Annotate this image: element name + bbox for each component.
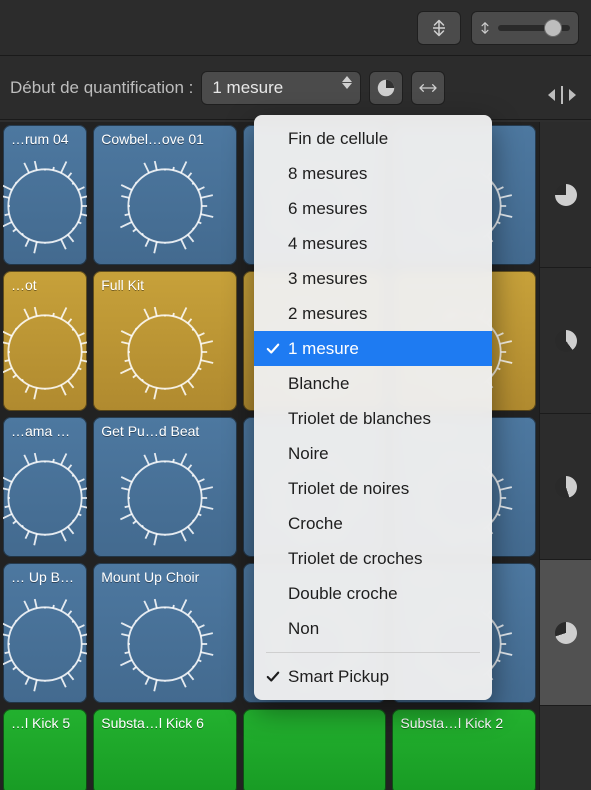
menu-item-smart-pickup[interactable]: Smart Pickup [254,659,492,694]
menu-item-label: 6 mesures [288,199,367,219]
loop-cell-title: …rum 04 [3,125,87,147]
menu-item-label: Smart Pickup [288,667,389,687]
loop-cell-title: Get Pu…d Beat [93,417,237,439]
loop-cell[interactable]: …ama Beat [3,417,87,557]
menu-item[interactable]: Fin de cellule [254,121,492,156]
grid-row: …l Kick 5 Substa…l Kick 6 Substa…l Kick 2 [0,706,539,790]
menu-item-label: Croche [288,514,343,534]
slider-track[interactable] [498,25,570,31]
menu-item[interactable]: Non [254,611,492,646]
quantize-start-popup[interactable]: 1 mesure [201,71,361,105]
pie-icon [555,476,577,498]
menu-item[interactable]: 4 mesures [254,226,492,261]
link-horizontal-icon [418,81,438,95]
menu-item[interactable]: Croche [254,506,492,541]
waveform-icon [110,151,220,261]
loop-cell-title: Substa…l Kick 6 [93,709,237,731]
loop-cell-title [243,709,387,715]
menu-item-label: Triolet de croches [288,549,422,569]
vertical-zoom-button[interactable] [417,11,461,45]
waveform-icon [3,443,87,553]
loop-cell-title: Full Kit [93,271,237,293]
loop-cell[interactable]: Substa…l Kick 6 [93,709,237,790]
menu-item-label: 1 mesure [288,339,359,359]
loop-cell[interactable]: Cowbel…ove 01 [93,125,237,265]
loop-cell-title: …ama Beat [3,417,87,439]
loop-cell-title: Mount Up Choir [93,563,237,585]
menu-item-label: 2 mesures [288,304,367,324]
quantize-start-menu[interactable]: Fin de cellule 8 mesures 6 mesures 4 mesure… [254,115,492,700]
menu-item-label: Blanche [288,374,349,394]
quantize-start-label: Début de quantification : [10,78,193,98]
loop-cell[interactable]: …rum 04 [3,125,87,265]
pie-mode-button[interactable] [369,71,403,105]
loop-cell[interactable]: …l Kick 5 [3,709,87,790]
menu-item[interactable]: Triolet de blanches [254,401,492,436]
menu-divider [266,652,480,653]
loop-cell[interactable]: … Up Bells [3,563,87,703]
row-pie-cell[interactable] [540,268,591,414]
waveform-icon [110,589,220,699]
pie-icon [555,330,577,352]
menu-item[interactable]: 6 mesures [254,191,492,226]
link-mode-button[interactable] [411,71,445,105]
menu-item-label: Triolet de noires [288,479,409,499]
menu-item-label: Non [288,619,319,639]
loop-cell-title: … Up Bells [3,563,87,585]
menu-item[interactable]: 8 mesures [254,156,492,191]
waveform-icon [3,297,87,407]
waveform-icon [3,589,87,699]
menu-item-label: Double croche [288,584,398,604]
loop-cell-title: …l Kick 5 [3,709,87,731]
row-pie-cell[interactable] [540,122,591,268]
loop-cell[interactable]: Mount Up Choir [93,563,237,703]
loop-cell[interactable]: …ot [3,271,87,411]
menu-item[interactable]: Triolet de croches [254,541,492,576]
main-toolbar: Début de quantification : 1 mesure [0,56,591,120]
horizontal-zoom-slider[interactable] [471,11,579,45]
menu-item[interactable]: 1 mesure [254,331,492,366]
menu-item-label: 3 mesures [288,269,367,289]
loop-cell-title: Cowbel…ove 01 [93,125,237,147]
pie-icon [375,77,397,99]
waveform-icon [110,443,220,553]
menu-item[interactable]: 3 mesures [254,261,492,296]
menu-item[interactable]: 2 mesures [254,296,492,331]
pie-icon [555,622,577,644]
loop-cell-title: Substa…l Kick 2 [392,709,536,731]
menu-item[interactable]: Triolet de noires [254,471,492,506]
menu-item[interactable]: Blanche [254,366,492,401]
loop-cell[interactable] [243,709,387,790]
menu-item-label: Noire [288,444,329,464]
pie-icon [555,184,577,206]
row-pie-cell[interactable] [540,560,591,706]
menu-item-label: 8 mesures [288,164,367,184]
loop-cell-title: …ot [3,271,87,293]
row-pie-cell[interactable] [540,414,591,560]
waveform-icon [3,151,87,261]
loop-cell[interactable]: Substa…l Kick 2 [392,709,536,790]
menu-item-label: Fin de cellule [288,129,388,149]
stepper-arrows-icon [342,76,354,89]
nudge-indicator-icon [547,86,577,104]
loop-cell[interactable]: Get Pu…d Beat [93,417,237,557]
quantize-start-value: 1 mesure [212,78,283,98]
top-toolbar [0,0,591,56]
menu-item-label: 4 mesures [288,234,367,254]
waveform-icon [110,297,220,407]
loop-cell[interactable]: Full Kit [93,271,237,411]
menu-item[interactable]: Noire [254,436,492,471]
menu-item-label: Triolet de blanches [288,409,431,429]
row-pie-column [539,122,591,790]
vertical-arrows-icon [478,19,492,37]
slider-thumb[interactable] [544,19,562,37]
menu-item[interactable]: Double croche [254,576,492,611]
